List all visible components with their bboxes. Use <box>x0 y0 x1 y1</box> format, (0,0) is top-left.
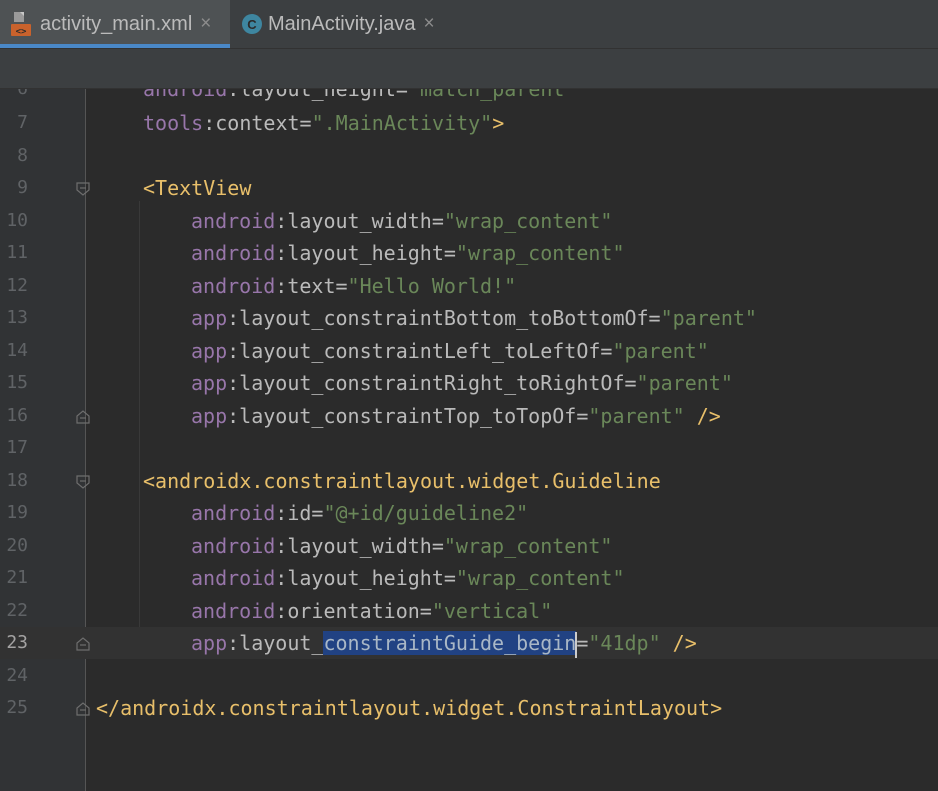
code-line: 6 android:layout_height="match_parent" <box>0 89 938 105</box>
fold-collapse-icon[interactable] <box>76 474 90 489</box>
code-text: app:layout_constraintRight_toRightOf="pa… <box>191 371 733 395</box>
code-text: android:layout_width="wrap_content" <box>191 534 613 558</box>
java-class-icon: C <box>242 14 262 34</box>
code-text: android:orientation="vertical" <box>191 599 553 623</box>
tab-main-activity-java[interactable]: C MainActivity.java × <box>242 0 462 48</box>
code-text: android:text="Hello World!" <box>191 274 517 298</box>
line-number: 23 <box>6 632 28 653</box>
tab-label: activity_main.xml <box>40 12 193 35</box>
code-line: 13 app:layout_constraintBottom_toBottomO… <box>0 302 938 334</box>
editor-toolbar <box>0 48 938 89</box>
code-line: 9 <TextView <box>0 172 938 204</box>
code-text: app:layout_constraintGuide_begin="41dp" … <box>191 627 697 659</box>
code-line: 14 app:layout_constraintLeft_toLeftOf="p… <box>0 335 938 367</box>
code-line: 24 <box>0 660 938 692</box>
line-number: 22 <box>6 600 28 621</box>
code-line: 16 app:layout_constraintTop_toTopOf="par… <box>0 400 938 432</box>
code-line: 11 android:layout_height="wrap_content" <box>0 237 938 269</box>
svg-text:<>: <> <box>16 27 27 37</box>
code-line: 17 <box>0 432 938 464</box>
code-text: android:layout_height="match_parent" <box>143 89 577 101</box>
code-text: <androidx.constraintlayout.widget.Guidel… <box>143 469 661 493</box>
fold-collapse-icon[interactable] <box>76 181 90 196</box>
close-tab-icon[interactable]: × <box>200 13 211 35</box>
line-number: 25 <box>6 697 28 718</box>
line-number: 9 <box>17 177 28 198</box>
line-number: 21 <box>6 567 28 588</box>
fold-end-icon[interactable] <box>76 636 90 651</box>
code-line: 7 tools:context=".MainActivity"> <box>0 107 938 139</box>
line-number: 10 <box>6 210 28 231</box>
line-number: 20 <box>6 535 28 556</box>
code-line: 22 android:orientation="vertical" <box>0 595 938 627</box>
code-text: app:layout_constraintBottom_toBottomOf="… <box>191 306 757 330</box>
tab-activity-main-xml[interactable]: <> activity_main.xml × <box>0 0 230 48</box>
code-line: 20 android:layout_width="wrap_content" <box>0 530 938 562</box>
line-number: 18 <box>6 470 28 491</box>
close-tab-icon[interactable]: × <box>423 13 434 35</box>
line-number: 11 <box>6 242 28 263</box>
line-number: 12 <box>6 275 28 296</box>
code-text: app:layout_constraintTop_toTopOf="parent… <box>191 404 721 428</box>
line-number: 6 <box>0 89 28 105</box>
code-text: <TextView <box>143 176 252 200</box>
line-number: 8 <box>17 145 28 166</box>
text-selection: constraintGuide_begin <box>323 631 577 655</box>
tab-label: MainActivity.java <box>268 12 416 35</box>
fold-end-icon[interactable] <box>76 701 90 716</box>
code-line: 19 android:id="@+id/guideline2" <box>0 497 938 529</box>
code-text: android:layout_width="wrap_content" <box>191 209 613 233</box>
code-text: tools:context=".MainActivity"> <box>143 111 505 135</box>
code-text: app:layout_constraintLeft_toLeftOf="pare… <box>191 339 709 363</box>
fold-end-icon[interactable] <box>76 409 90 424</box>
code-line-current: 23 app:layout_constraintGuide_begin="41d… <box>0 627 938 659</box>
line-number: 13 <box>6 307 28 328</box>
line-number: 24 <box>6 665 28 686</box>
line-number: 15 <box>6 372 28 393</box>
code-text: android:layout_height="wrap_content" <box>191 241 625 265</box>
editor-tab-bar: <> activity_main.xml × C MainActivity.ja… <box>0 0 938 48</box>
code-text: </androidx.constraintlayout.widget.Const… <box>96 696 723 720</box>
line-number: 16 <box>6 405 28 426</box>
code-line: 21 android:layout_height="wrap_content" <box>0 562 938 594</box>
code-editor[interactable]: 6 android:layout_height="match_parent" 7… <box>0 89 938 791</box>
code-line: 18 <androidx.constraintlayout.widget.Gui… <box>0 465 938 497</box>
code-line: 12 android:text="Hello World!" <box>0 270 938 302</box>
line-number: 19 <box>6 502 28 523</box>
line-number: 14 <box>6 340 28 361</box>
line-number: 7 <box>17 112 28 133</box>
code-line: 25 </androidx.constraintlayout.widget.Co… <box>0 692 938 724</box>
code-line: 15 app:layout_constraintRight_toRightOf=… <box>0 367 938 399</box>
code-text: android:layout_height="wrap_content" <box>191 566 625 590</box>
code-line: 10 android:layout_width="wrap_content" <box>0 205 938 237</box>
xml-file-icon: <> <box>10 10 32 38</box>
code-line: 8 <box>0 140 938 172</box>
code-text: android:id="@+id/guideline2" <box>191 501 529 525</box>
line-number: 17 <box>6 437 28 458</box>
